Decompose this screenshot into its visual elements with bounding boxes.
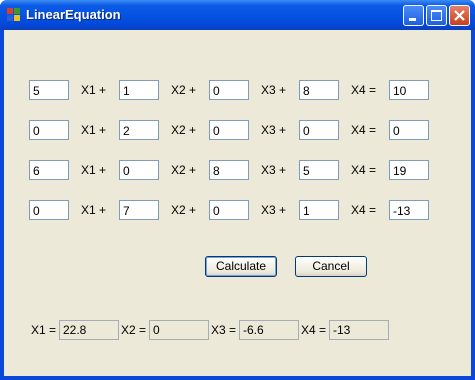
result-x4-label: X4 =	[301, 323, 327, 337]
eq1-x3-coefficient[interactable]	[209, 80, 249, 100]
eq2-x2-label: X2 +	[171, 123, 197, 137]
eq3-x1-label: X1 +	[81, 163, 107, 177]
eq4-x2-label: X2 +	[171, 203, 197, 217]
eq1-result[interactable]	[389, 80, 429, 100]
eq4-x1-coefficient[interactable]	[29, 200, 69, 220]
eq4-x4-coefficient[interactable]	[299, 200, 339, 220]
eq2-x4-coefficient[interactable]	[299, 120, 339, 140]
form-client-area: X1 + X2 + X3 + X4 = X1 + X2 + X3 + X4 = …	[4, 30, 471, 376]
eq2-result[interactable]	[389, 120, 429, 140]
eq2-x1-label: X1 +	[81, 123, 107, 137]
app-window: LinearEquation X1 + X2 + X3 + X4 =	[0, 0, 475, 380]
minimize-button[interactable]	[403, 5, 424, 26]
eq1-x2-label: X2 +	[171, 83, 197, 97]
eq3-result[interactable]	[389, 160, 429, 180]
eq4-x2-coefficient[interactable]	[119, 200, 159, 220]
eq2-x2-coefficient[interactable]	[119, 120, 159, 140]
close-icon	[454, 10, 465, 21]
result-x1-value: 22.8	[59, 320, 119, 340]
result-x2-value: 0	[149, 320, 209, 340]
result-x3-label: X3 =	[211, 323, 237, 337]
eq1-x1-label: X1 +	[81, 83, 107, 97]
eq1-x3-label: X3 +	[261, 83, 287, 97]
eq2-x1-coefficient[interactable]	[29, 120, 69, 140]
cancel-button[interactable]: Cancel	[295, 256, 367, 277]
eq1-x1-coefficient[interactable]	[29, 80, 69, 100]
eq2-x3-coefficient[interactable]	[209, 120, 249, 140]
maximize-icon	[431, 10, 442, 21]
eq4-x3-label: X3 +	[261, 203, 287, 217]
eq2-x4-label: X4 =	[351, 123, 377, 137]
result-x2-label: X2 =	[121, 323, 147, 337]
result-x4-value: -13	[329, 320, 389, 340]
eq4-x4-label: X4 =	[351, 203, 377, 217]
result-x1-label: X1 =	[31, 323, 57, 337]
eq4-result[interactable]	[389, 200, 429, 220]
minimize-icon	[409, 18, 416, 21]
window-title: LinearEquation	[26, 7, 121, 22]
eq3-x4-label: X4 =	[351, 163, 377, 177]
eq3-x4-coefficient[interactable]	[299, 160, 339, 180]
eq3-x2-coefficient[interactable]	[119, 160, 159, 180]
title-bar[interactable]: LinearEquation	[0, 0, 475, 30]
eq3-x2-label: X2 +	[171, 163, 197, 177]
eq3-x3-coefficient[interactable]	[209, 160, 249, 180]
close-button[interactable]	[449, 5, 470, 26]
eq1-x2-coefficient[interactable]	[119, 80, 159, 100]
result-x3-value: -6.6	[239, 320, 299, 340]
eq1-x4-label: X4 =	[351, 83, 377, 97]
eq3-x1-coefficient[interactable]	[29, 160, 69, 180]
eq2-x3-label: X3 +	[261, 123, 287, 137]
calculate-button[interactable]: Calculate	[205, 256, 277, 277]
app-icon	[7, 8, 21, 22]
eq1-x4-coefficient[interactable]	[299, 80, 339, 100]
eq4-x3-coefficient[interactable]	[209, 200, 249, 220]
eq4-x1-label: X1 +	[81, 203, 107, 217]
eq3-x3-label: X3 +	[261, 163, 287, 177]
maximize-button[interactable]	[426, 5, 447, 26]
